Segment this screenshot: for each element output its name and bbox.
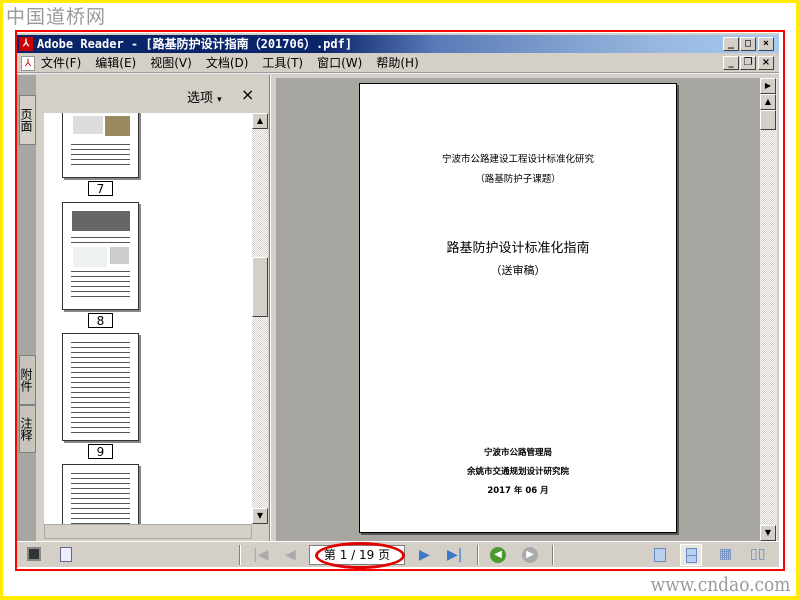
- facing-page-icon[interactable]: ▯▯: [750, 547, 765, 561]
- last-page-icon[interactable]: ▶|: [447, 548, 462, 562]
- menu-edit[interactable]: 编辑(E): [95, 53, 136, 74]
- separator: [477, 545, 479, 565]
- menu-help[interactable]: 帮助(H): [376, 53, 418, 74]
- close-button[interactable]: ×: [758, 37, 774, 51]
- menu-file[interactable]: 文件(F): [41, 53, 81, 74]
- app-window: ⅄ Adobe Reader - [路基防护设计指南（201706）.pdf] …: [17, 33, 779, 569]
- window-title: Adobe Reader - [路基防护设计指南（201706）.pdf]: [37, 37, 353, 51]
- tab-comments[interactable]: 注释: [19, 405, 36, 453]
- document-view: 宁波市公路建设工程设计标准化研究 （路基防护子课题） 路基防护设计标准化指南 （…: [276, 78, 760, 541]
- thumbnail-image: [73, 116, 103, 134]
- thumbnail-label: 8: [88, 313, 113, 328]
- menu-document[interactable]: 文档(D): [206, 53, 249, 74]
- previous-page-icon[interactable]: ◀: [285, 548, 296, 562]
- first-page-icon[interactable]: |◀: [253, 548, 268, 562]
- doc-org1: 宁波市公路管理局: [483, 448, 552, 458]
- doc-scroll-thumb[interactable]: [760, 110, 776, 130]
- scroll-down-button[interactable]: ▼: [252, 508, 268, 524]
- thumbnail-image: [73, 247, 107, 267]
- pdf-page: 宁波市公路建设工程设计标准化研究 （路基防护子课题） 路基防护设计标准化指南 （…: [359, 83, 677, 533]
- scroll-up-button[interactable]: ▲: [252, 113, 268, 129]
- doc-restore-button[interactable]: ❐: [740, 56, 756, 70]
- watermark-url: www.cndao.com: [650, 572, 790, 596]
- chevron-down-icon: ▾: [217, 95, 222, 105]
- menu-view[interactable]: 视图(V): [150, 53, 192, 74]
- thumbnail-list: 7 8 9: [44, 113, 252, 524]
- panel-header: 选项 ▾ ×: [36, 83, 270, 106]
- options-label: 选项: [187, 91, 214, 106]
- thumbnail-page-9[interactable]: [62, 333, 139, 441]
- thumbnail-page-7[interactable]: [62, 113, 139, 178]
- maximize-button[interactable]: □: [740, 37, 756, 51]
- menu-bar: ⅄ 文件(F) 编辑(E) 视图(V) 文档(D) 工具(T) 窗口(W) 帮助(H) _ …: [17, 53, 779, 74]
- menu-window[interactable]: 窗口(W): [317, 53, 362, 74]
- tab-attachments[interactable]: 附件: [19, 355, 36, 405]
- doc-scroll-down-button[interactable]: ▼: [760, 525, 776, 541]
- doc-minimize-button[interactable]: _: [723, 56, 739, 70]
- doc-close-button[interactable]: ×: [758, 56, 774, 70]
- monitor-icon[interactable]: [27, 547, 41, 561]
- options-button[interactable]: 选项 ▾: [187, 87, 222, 106]
- doc-org2: 余姚市交通规划设计研究院: [466, 467, 569, 477]
- pdf-doc-icon: ⅄: [21, 56, 35, 71]
- separator: [239, 545, 241, 565]
- thumbnail-image: [105, 116, 130, 136]
- horizontal-scrollbar[interactable]: [44, 524, 252, 539]
- thumbnail-label: 7: [88, 181, 113, 196]
- doc-line2: （路基防护子课题）: [475, 174, 561, 185]
- continuous-page-icon[interactable]: [680, 544, 702, 566]
- minimize-button[interactable]: _: [723, 37, 739, 51]
- thumbnail-page-10[interactable]: [62, 464, 139, 524]
- menu-tools[interactable]: 工具(T): [262, 53, 303, 74]
- thumbnail-image: [110, 247, 129, 264]
- page-size-icon[interactable]: [60, 547, 72, 562]
- doc-subtitle: （送审稿）: [490, 264, 546, 277]
- document-scrollbar[interactable]: ▶ ▲ ▼: [760, 78, 777, 541]
- doc-scroll-up-button[interactable]: ▲: [760, 94, 776, 110]
- tab-pages[interactable]: 页面: [19, 95, 36, 145]
- next-page-icon[interactable]: ▶: [419, 548, 430, 562]
- status-bar: |◀ ◀ 第 1 / 19 页 ▶ ▶| ◀ ▶ ▦ ▯▯: [17, 541, 779, 569]
- expand-panel-button[interactable]: ▶: [760, 78, 776, 94]
- thumbnail-page-8[interactable]: [62, 202, 139, 310]
- thumbnail-image: [72, 211, 130, 231]
- single-page-icon[interactable]: [654, 548, 666, 562]
- doc-title: 路基防护设计标准化指南: [446, 241, 590, 256]
- go-forward-icon[interactable]: ▶: [522, 547, 538, 563]
- highlight-ellipse: [315, 542, 405, 569]
- go-back-icon[interactable]: ◀: [490, 547, 506, 563]
- continuous-facing-icon[interactable]: ▦: [719, 547, 732, 561]
- scroll-thumb[interactable]: [252, 257, 268, 317]
- title-bar: ⅄ Adobe Reader - [路基防护设计指南（201706）.pdf] …: [17, 35, 779, 53]
- panel-close-icon[interactable]: ×: [241, 85, 254, 104]
- pages-panel: 选项 ▾ × 7 8 9 ▲ ▼: [36, 75, 270, 541]
- adobe-icon: ⅄: [19, 37, 33, 51]
- watermark-logo: 中国道桥网: [6, 6, 107, 28]
- doc-date: 2017 年 06 月: [487, 486, 549, 496]
- separator: [552, 545, 554, 565]
- thumbnail-scrollbar[interactable]: ▲ ▼: [252, 113, 268, 524]
- side-tabs: 页面 附件 注释: [17, 75, 36, 541]
- thumbnail-label: 9: [88, 444, 113, 459]
- doc-line1: 宁波市公路建设工程设计标准化研究: [441, 154, 594, 165]
